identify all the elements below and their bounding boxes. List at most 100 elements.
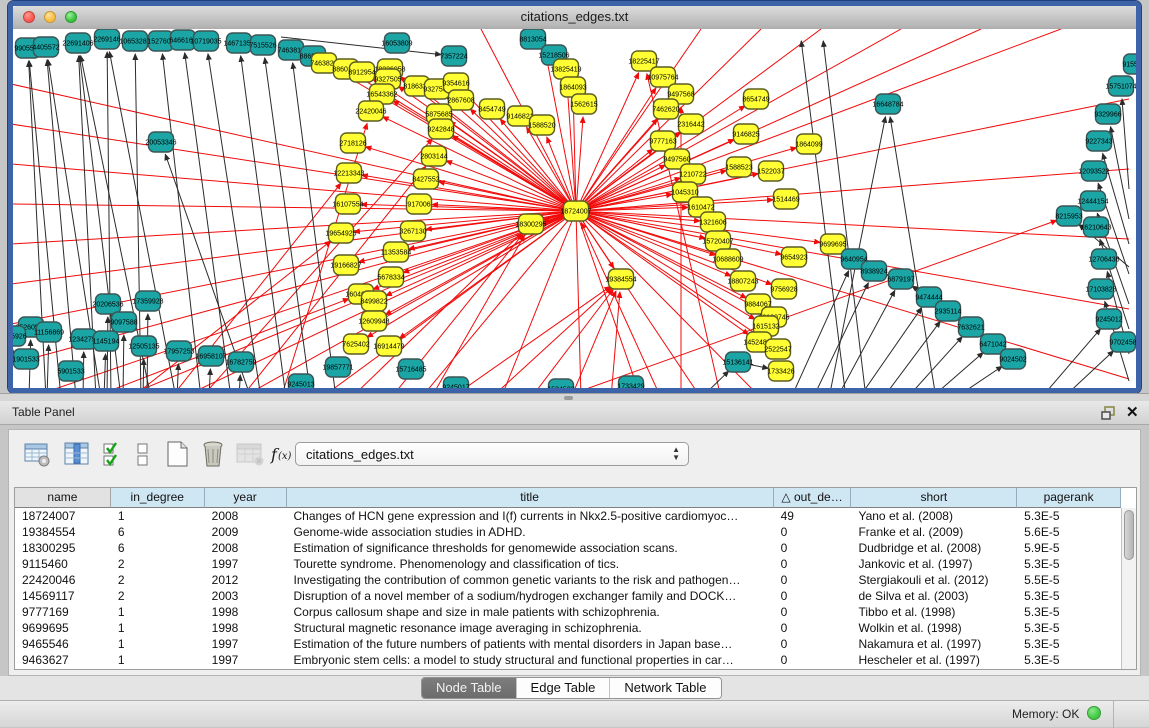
table-row[interactable]: 946554611997Estimation of the future num… [15, 636, 1121, 652]
graph-node[interactable]: 9024502 [999, 349, 1026, 369]
tab-node-table[interactable]: Node Table [422, 678, 517, 698]
graph-edge[interactable] [576, 211, 641, 388]
graph-node[interactable]: 2269146 [93, 29, 120, 49]
graph-node[interactable]: 8215953 [1055, 206, 1082, 226]
graph-node[interactable]: 22691406 [62, 33, 93, 53]
tab-edge-table[interactable]: Edge Table [517, 678, 611, 698]
graph-node[interactable]: 3915926 [13, 326, 27, 346]
graph-node[interactable]: 20053346 [145, 132, 176, 152]
graph-node[interactable]: 5901533 [57, 361, 84, 381]
column-header-in_degree[interactable]: in_degree [111, 488, 205, 508]
graph-edge[interactable] [701, 371, 729, 388]
graph-node[interactable]: 8813054 [519, 29, 546, 49]
graph-node[interactable]: 9245017 [442, 377, 469, 388]
panel-divider[interactable] [0, 393, 1149, 401]
graph-node[interactable]: 2522547 [764, 339, 791, 359]
delete-rows-icon[interactable] [197, 438, 229, 470]
graph-node[interactable]: 1562615 [570, 94, 597, 114]
graph-edge[interactable] [576, 29, 761, 211]
graph-edge[interactable] [531, 289, 613, 388]
graph-node[interactable]: 16107554 [332, 194, 363, 214]
graph-node[interactable]: 8938924 [860, 261, 887, 281]
graph-node[interactable]: 1588520 [528, 115, 555, 135]
graph-node[interactable]: 12444154 [1077, 191, 1108, 211]
graph-edge[interactable] [576, 106, 745, 211]
graph-edge[interactable] [561, 220, 1057, 388]
graph-node[interactable]: 2316442 [677, 114, 704, 134]
graph-node[interactable]: 9227343 [1085, 131, 1112, 151]
table-row[interactable]: 1456911722003Disruption of a novel membe… [15, 588, 1121, 604]
tab-network-table[interactable]: Network Table [610, 678, 720, 698]
graph-edge[interactable] [890, 117, 936, 388]
graph-edge[interactable] [611, 292, 620, 388]
graph-node[interactable]: 22420046 [355, 101, 386, 121]
table-row[interactable]: 1938455462009Genome-wide association stu… [15, 524, 1121, 540]
graph-node[interactable]: 4405572 [32, 37, 59, 57]
graph-node[interactable]: 1210722 [679, 164, 706, 184]
table-body[interactable]: 1872400712008Changes of HCN gene express… [15, 508, 1121, 669]
graph-edge[interactable] [123, 335, 124, 388]
graph-node[interactable]: 9777163 [649, 131, 676, 151]
graph-edge[interactable] [907, 337, 962, 388]
graph-node[interactable]: 15751074 [1105, 76, 1136, 96]
graph-edge[interactable] [239, 375, 240, 388]
graph-node[interactable]: 5678334 [377, 267, 404, 287]
graph-edge[interactable] [452, 136, 576, 211]
graph-edge[interactable] [931, 353, 983, 388]
graph-node[interactable]: 3267130 [399, 221, 426, 241]
graph-node[interactable]: 10653287 [119, 31, 150, 51]
graph-edge[interactable] [813, 283, 868, 388]
graph-node[interactable]: 9146825 [732, 124, 759, 144]
network-canvas[interactable]: 9905572440557222691406226914610653287152… [13, 29, 1136, 388]
delete-table-icon[interactable] [233, 438, 265, 470]
graph-node[interactable]: 10719035 [190, 31, 221, 51]
graph-edge[interactable] [576, 169, 1129, 211]
graph-node[interactable]: 7515526 [249, 35, 276, 55]
graph-node[interactable]: 8454749 [478, 99, 505, 119]
graph-edge[interactable] [1063, 351, 1113, 388]
graph-node[interactable]: 8654749 [742, 89, 769, 109]
graph-node[interactable]: 19654925 [325, 223, 356, 243]
graph-node[interactable]: 15720407 [702, 231, 733, 251]
graph-node[interactable]: 9245012 [1095, 309, 1122, 329]
table-row[interactable]: 911546021997Tourette syndrome. Phenomeno… [15, 556, 1121, 572]
graph-node[interactable]: 19384554 [605, 269, 636, 289]
graph-node[interactable]: 12505135 [128, 336, 159, 356]
graph-node[interactable]: 1321606 [699, 212, 726, 232]
graph-node[interactable]: 9155123 [1122, 54, 1136, 74]
graph-node[interactable]: 9329966 [1094, 104, 1121, 124]
graph-node[interactable]: 1145194 [93, 331, 120, 351]
graph-node[interactable]: 8912954 [348, 62, 375, 82]
graph-node[interactable]: 1514469 [772, 189, 799, 209]
graph-edge[interactable] [576, 29, 901, 211]
graph-edge[interactable] [208, 54, 261, 388]
graph-node[interactable]: 16648784 [872, 94, 903, 114]
graph-node[interactable]: 18807243 [727, 271, 758, 291]
select-all-icon[interactable] [99, 438, 131, 470]
graph-node[interactable]: 1864099 [795, 134, 822, 154]
graph-edge[interactable] [177, 364, 178, 388]
graph-node[interactable]: 10688609 [712, 249, 743, 269]
column-header-short[interactable]: short [851, 488, 1017, 508]
graph-node[interactable]: 1588523 [725, 157, 752, 177]
graph-node[interactable]: 7632621 [957, 317, 984, 337]
graph-edge[interactable] [859, 308, 922, 388]
graph-node[interactable]: 12093522 [1078, 161, 1109, 181]
graph-edge[interactable] [576, 211, 581, 388]
table-selector-dropdown[interactable]: citations_edges.txt ▲▼ [295, 442, 689, 466]
graph-node[interactable]: 16914479 [373, 336, 404, 356]
graph-node[interactable]: 7462620 [652, 99, 679, 119]
graph-node[interactable]: 17103828 [1085, 279, 1116, 299]
graph-node[interactable]: 1901533 [13, 349, 40, 369]
graph-edge[interactable] [823, 41, 866, 388]
graph-node[interactable]: 15136141 [722, 352, 753, 372]
graph-edge[interactable] [47, 345, 49, 388]
column-header-pagerank[interactable]: pagerank [1017, 488, 1121, 508]
graph-node[interactable]: 19857771 [322, 357, 353, 377]
graph-node[interactable]: 9242848 [427, 119, 454, 139]
graph-edge[interactable] [491, 288, 611, 388]
table-row[interactable]: 1830029562008Estimation of significance … [15, 540, 1121, 556]
graph-node[interactable]: 1522037 [757, 161, 784, 181]
new-table-icon[interactable] [161, 438, 193, 470]
graph-edge[interactable] [576, 165, 665, 211]
